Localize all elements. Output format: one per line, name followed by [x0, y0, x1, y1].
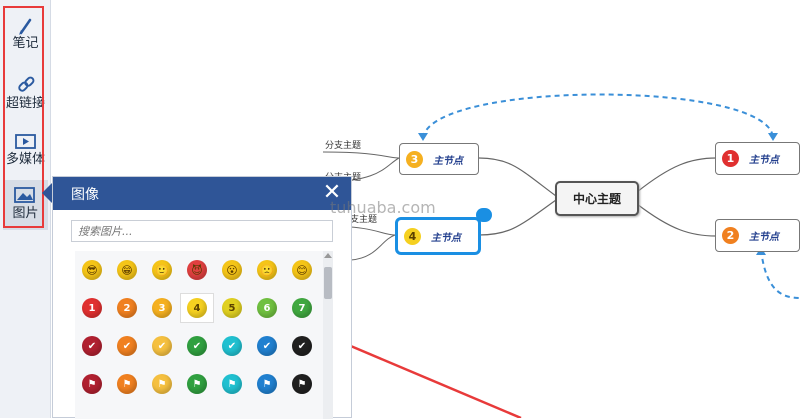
check-icon: ✔	[152, 336, 172, 356]
face-icon-cell[interactable]: 😮	[215, 255, 249, 285]
scroll-up-arrow-icon[interactable]	[324, 253, 332, 258]
panel-header: 图像 ✕	[53, 177, 351, 210]
face-icon-cell[interactable]: 😎	[75, 255, 109, 285]
check-icon-cell[interactable]: ✔	[110, 331, 144, 361]
num-icon-cell[interactable]: 7	[285, 293, 319, 323]
num-icon-cell[interactable]: 2	[110, 293, 144, 323]
face-icon-cell[interactable]: 😈	[180, 255, 214, 285]
priority-icon: 1	[82, 298, 102, 318]
check-icon: ✔	[222, 336, 242, 356]
check-icon-cell[interactable]: ✔	[250, 331, 284, 361]
priority-icon: 7	[292, 298, 312, 318]
main-node-label: 主节点	[749, 232, 779, 243]
sub-topic-label[interactable]: 分支主题	[325, 138, 361, 151]
flag-icon-cell[interactable]: ⚑	[145, 369, 179, 399]
priority-4-icon: 4	[404, 227, 421, 245]
panel-title: 图像	[71, 186, 99, 203]
check-icon-cell[interactable]: ✔	[285, 331, 319, 361]
check-icon-cell[interactable]: ✔	[180, 331, 214, 361]
main-node-label: 主节点	[749, 155, 779, 166]
main-node-1[interactable]: 1 主节点	[715, 142, 800, 175]
flag-icon: ⚑	[222, 374, 242, 394]
flag-icon-cell[interactable]: ⚑	[75, 369, 109, 399]
check-icon-cell[interactable]: ✔	[215, 331, 249, 361]
annotation-highlight-box	[3, 6, 44, 228]
main-node-2[interactable]: 2 主节点	[715, 219, 800, 252]
main-node-label: 主节点	[431, 232, 461, 244]
scroll-thumb[interactable]	[324, 267, 332, 299]
panel-scrollbar[interactable]	[323, 251, 333, 419]
face-icon-cell[interactable]: 😊	[285, 255, 319, 285]
smiley-icon: 😮	[222, 260, 242, 280]
smiley-icon: 😈	[187, 260, 207, 280]
smiley-icon: 🙂	[152, 260, 172, 280]
check-icon: ✔	[82, 336, 102, 356]
flag-icon-cell[interactable]: ⚑	[250, 369, 284, 399]
face-icon-cell[interactable]: 😁	[110, 255, 144, 285]
image-search-input[interactable]	[71, 220, 333, 242]
flag-icon-cell[interactable]: ⚑	[180, 369, 214, 399]
num-icon-cell[interactable]: 5	[215, 293, 249, 323]
icon-library-grid: 😎 😁 🙂 😈 😮 🙁 😊 1 2 3 4 5 6 7 ✔ ✔ ✔ ✔ ✔ ✔ ✔ ⚑ ⚑ ⚑ ⚑ ⚑ ⚑ ⚑	[75, 251, 333, 419]
check-icon-cell[interactable]: ✔	[75, 331, 109, 361]
flag-icon: ⚑	[82, 374, 102, 394]
num-icon-cell[interactable]: 3	[145, 293, 179, 323]
check-icon: ✔	[292, 336, 312, 356]
priority-3-icon: 3	[406, 150, 423, 168]
flag-icon-cell[interactable]: ⚑	[215, 369, 249, 399]
priority-2-icon: 2	[722, 227, 739, 244]
smiley-icon: 😎	[82, 260, 102, 280]
smiley-icon: 😁	[117, 260, 137, 280]
check-icon: ✔	[257, 336, 277, 356]
num-icon-cell[interactable]: 4	[180, 293, 214, 323]
face-icon-cell[interactable]: 🙁	[250, 255, 284, 285]
face-icon-cell[interactable]: 🙂	[145, 255, 179, 285]
num-icon-cell[interactable]: 1	[75, 293, 109, 323]
smiley-icon: 😊	[292, 260, 312, 280]
watermark: tuhuaba.com	[330, 198, 436, 217]
flag-icon-cell[interactable]: ⚑	[285, 369, 319, 399]
flag-icon: ⚑	[152, 374, 172, 394]
priority-1-icon: 1	[722, 150, 739, 167]
num-icon-cell[interactable]: 6	[250, 293, 284, 323]
main-node-3[interactable]: 3 主节点	[399, 143, 479, 175]
flag-icon-cell[interactable]: ⚑	[110, 369, 144, 399]
check-icon-cell[interactable]: ✔	[145, 331, 179, 361]
central-topic[interactable]: 中心主题	[555, 181, 639, 216]
priority-icon: 2	[117, 298, 137, 318]
flag-icon: ⚑	[257, 374, 277, 394]
flag-icon: ⚑	[292, 374, 312, 394]
left-toolbar: 笔记 超链接 多媒体 图片	[0, 0, 51, 418]
priority-icon: 5	[222, 298, 242, 318]
smiley-icon: 🙁	[257, 260, 277, 280]
collapse-toggle[interactable]	[476, 208, 492, 222]
check-icon: ✔	[117, 336, 137, 356]
check-icon: ✔	[187, 336, 207, 356]
flag-icon: ⚑	[117, 374, 137, 394]
priority-icon: 6	[257, 298, 277, 318]
image-panel: 图像 ✕ 😎 😁 🙂 😈 😮 🙁 😊 1234567 ✔ ✔ ✔ ✔ ✔ ✔ ✔ ⚑ ⚑ ⚑ ⚑ ⚑ ⚑ ⚑	[52, 176, 352, 419]
main-node-label: 主节点	[433, 155, 463, 167]
panel-pointer	[42, 183, 52, 203]
main-node-4-selected[interactable]: 4 主节点	[395, 217, 481, 255]
priority-icon: 3	[152, 298, 172, 318]
flag-icon: ⚑	[187, 374, 207, 394]
priority-icon: 4	[187, 298, 207, 318]
